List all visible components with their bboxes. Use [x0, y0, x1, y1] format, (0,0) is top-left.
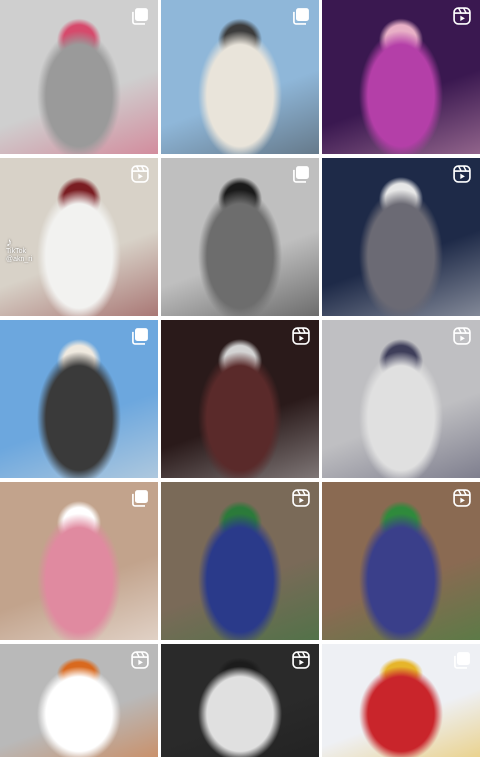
post-tile-10[interactable]	[0, 482, 158, 640]
watermark-app-name: TikTok	[6, 248, 26, 255]
post-tile-12[interactable]	[322, 482, 480, 640]
post-tile-2[interactable]	[161, 0, 319, 154]
carousel-icon	[130, 6, 150, 26]
post-tile-7[interactable]	[0, 320, 158, 478]
reel-icon	[452, 488, 472, 508]
reel-icon	[452, 326, 472, 346]
tiktok-watermark: ♪ TikTok @akn_ri	[6, 236, 32, 264]
post-tile-6[interactable]	[322, 158, 480, 316]
reel-icon	[130, 164, 150, 184]
reel-icon	[291, 488, 311, 508]
reel-icon	[291, 650, 311, 670]
carousel-icon	[452, 650, 472, 670]
post-tile-3[interactable]	[322, 0, 480, 154]
post-tile-14[interactable]	[161, 644, 319, 757]
reel-icon	[452, 6, 472, 26]
post-tile-8[interactable]	[161, 320, 319, 478]
post-tile-4[interactable]: ♪ TikTok @akn_ri	[0, 158, 158, 316]
tiktok-logo-icon: ♪	[6, 235, 12, 249]
carousel-icon	[291, 164, 311, 184]
post-tile-13[interactable]	[0, 644, 158, 757]
post-tile-15[interactable]	[322, 644, 480, 757]
reel-icon	[130, 650, 150, 670]
post-tile-1[interactable]	[0, 0, 158, 154]
profile-posts-grid: ♪ TikTok @akn_ri	[0, 0, 480, 757]
watermark-handle: @akn_ri	[6, 256, 33, 263]
reel-icon	[452, 164, 472, 184]
carousel-icon	[130, 488, 150, 508]
carousel-icon	[291, 6, 311, 26]
reel-icon	[291, 326, 311, 346]
post-tile-11[interactable]	[161, 482, 319, 640]
post-tile-9[interactable]	[322, 320, 480, 478]
post-tile-5[interactable]	[161, 158, 319, 316]
carousel-icon	[130, 326, 150, 346]
